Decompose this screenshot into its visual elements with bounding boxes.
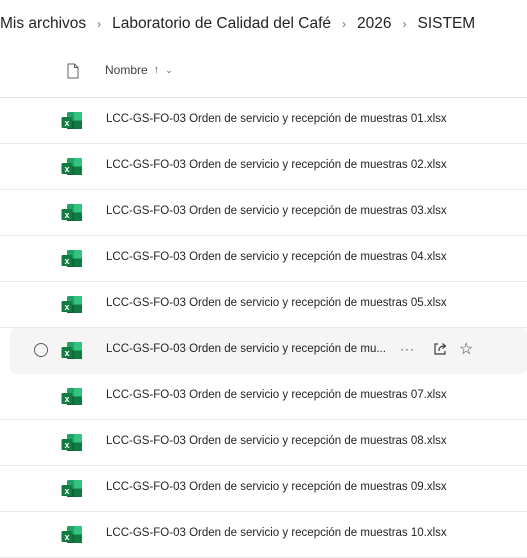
file-row[interactable]: x LCC-GS-FO-03 Orden de servicio y recep… bbox=[0, 144, 527, 190]
file-name[interactable]: LCC-GS-FO-03 Orden de servicio y recepci… bbox=[106, 159, 447, 171]
breadcrumb: Mis archivos › Laboratorio de Calidad de… bbox=[0, 0, 527, 48]
breadcrumb-item-laboratorio[interactable]: Laboratorio de Calidad del Café bbox=[112, 15, 331, 33]
excel-icon: x bbox=[61, 295, 83, 315]
breadcrumb-separator-icon: › bbox=[342, 17, 347, 31]
file-name[interactable]: LCC-GS-FO-03 Orden de servicio y recepci… bbox=[106, 343, 386, 355]
file-row[interactable]: x LCC-GS-FO-03 Orden de servicio y recep… bbox=[0, 98, 527, 144]
svg-text:x: x bbox=[64, 486, 69, 496]
excel-icon: x bbox=[61, 433, 83, 453]
breadcrumb-separator-icon: › bbox=[402, 17, 407, 31]
file-row[interactable]: x LCC-GS-FO-03 Orden de servicio y recep… bbox=[0, 190, 527, 236]
file-list-header: Nombre ↑ ⌄ bbox=[0, 48, 527, 98]
svg-text:x: x bbox=[64, 118, 69, 128]
excel-icon: x bbox=[61, 203, 83, 223]
svg-text:x: x bbox=[64, 532, 69, 542]
column-header-name[interactable]: Nombre ↑ ⌄ bbox=[105, 63, 173, 77]
column-header-name-label: Nombre bbox=[105, 63, 148, 77]
file-name[interactable]: LCC-GS-FO-03 Orden de servicio y recepci… bbox=[106, 297, 447, 309]
svg-text:x: x bbox=[64, 210, 69, 220]
file-row[interactable]: x LCC-GS-FO-03 Orden de servicio y recep… bbox=[0, 420, 527, 466]
excel-icon: x bbox=[61, 111, 83, 131]
breadcrumb-item-mis-archivos[interactable]: Mis archivos bbox=[0, 15, 86, 33]
excel-icon: x bbox=[61, 249, 83, 269]
file-row[interactable]: x LCC-GS-FO-03 Orden de servicio y recep… bbox=[0, 512, 527, 558]
excel-icon: x bbox=[61, 341, 83, 361]
excel-icon: x bbox=[61, 479, 83, 499]
breadcrumb-item-2026[interactable]: 2026 bbox=[357, 15, 391, 33]
svg-text:x: x bbox=[64, 440, 69, 450]
svg-text:x: x bbox=[64, 256, 69, 266]
file-name[interactable]: LCC-GS-FO-03 Orden de servicio y recepci… bbox=[106, 113, 447, 125]
breadcrumb-separator-icon: › bbox=[97, 17, 102, 31]
file-name[interactable]: LCC-GS-FO-03 Orden de servicio y recepci… bbox=[106, 205, 447, 217]
svg-text:x: x bbox=[64, 164, 69, 174]
chevron-down-icon[interactable]: ⌄ bbox=[165, 65, 173, 76]
excel-icon: x bbox=[61, 157, 83, 177]
select-radio[interactable] bbox=[34, 343, 48, 357]
file-name[interactable]: LCC-GS-FO-03 Orden de servicio y recepci… bbox=[106, 251, 447, 263]
breadcrumb-item-sistem[interactable]: SISTEM bbox=[418, 15, 476, 33]
file-row[interactable]: x LCC-GS-FO-03 Orden de servicio y recep… bbox=[0, 374, 527, 420]
star-icon[interactable]: ☆ bbox=[459, 339, 473, 359]
file-icon bbox=[67, 63, 79, 79]
file-name[interactable]: LCC-GS-FO-03 Orden de servicio y recepci… bbox=[106, 435, 447, 447]
svg-text:x: x bbox=[64, 394, 69, 404]
excel-icon: x bbox=[61, 525, 83, 545]
file-name[interactable]: LCC-GS-FO-03 Orden de servicio y recepci… bbox=[106, 481, 447, 493]
file-row[interactable]: x LCC-GS-FO-03 Orden de servicio y recep… bbox=[0, 236, 527, 282]
share-icon[interactable] bbox=[432, 341, 448, 357]
file-row[interactable]: x LCC-GS-FO-03 Orden de servicio y recep… bbox=[0, 282, 527, 328]
svg-text:x: x bbox=[64, 348, 69, 358]
file-row[interactable]: x LCC-GS-FO-03 Orden de servicio y recep… bbox=[10, 328, 527, 374]
file-row[interactable]: x LCC-GS-FO-03 Orden de servicio y recep… bbox=[0, 466, 527, 512]
more-icon[interactable]: ··· bbox=[400, 342, 415, 356]
svg-text:x: x bbox=[64, 302, 69, 312]
excel-icon: x bbox=[61, 387, 83, 407]
sort-ascending-icon[interactable]: ↑ bbox=[154, 64, 160, 76]
file-name[interactable]: LCC-GS-FO-03 Orden de servicio y recepci… bbox=[106, 389, 447, 401]
file-name[interactable]: LCC-GS-FO-03 Orden de servicio y recepci… bbox=[106, 527, 447, 539]
